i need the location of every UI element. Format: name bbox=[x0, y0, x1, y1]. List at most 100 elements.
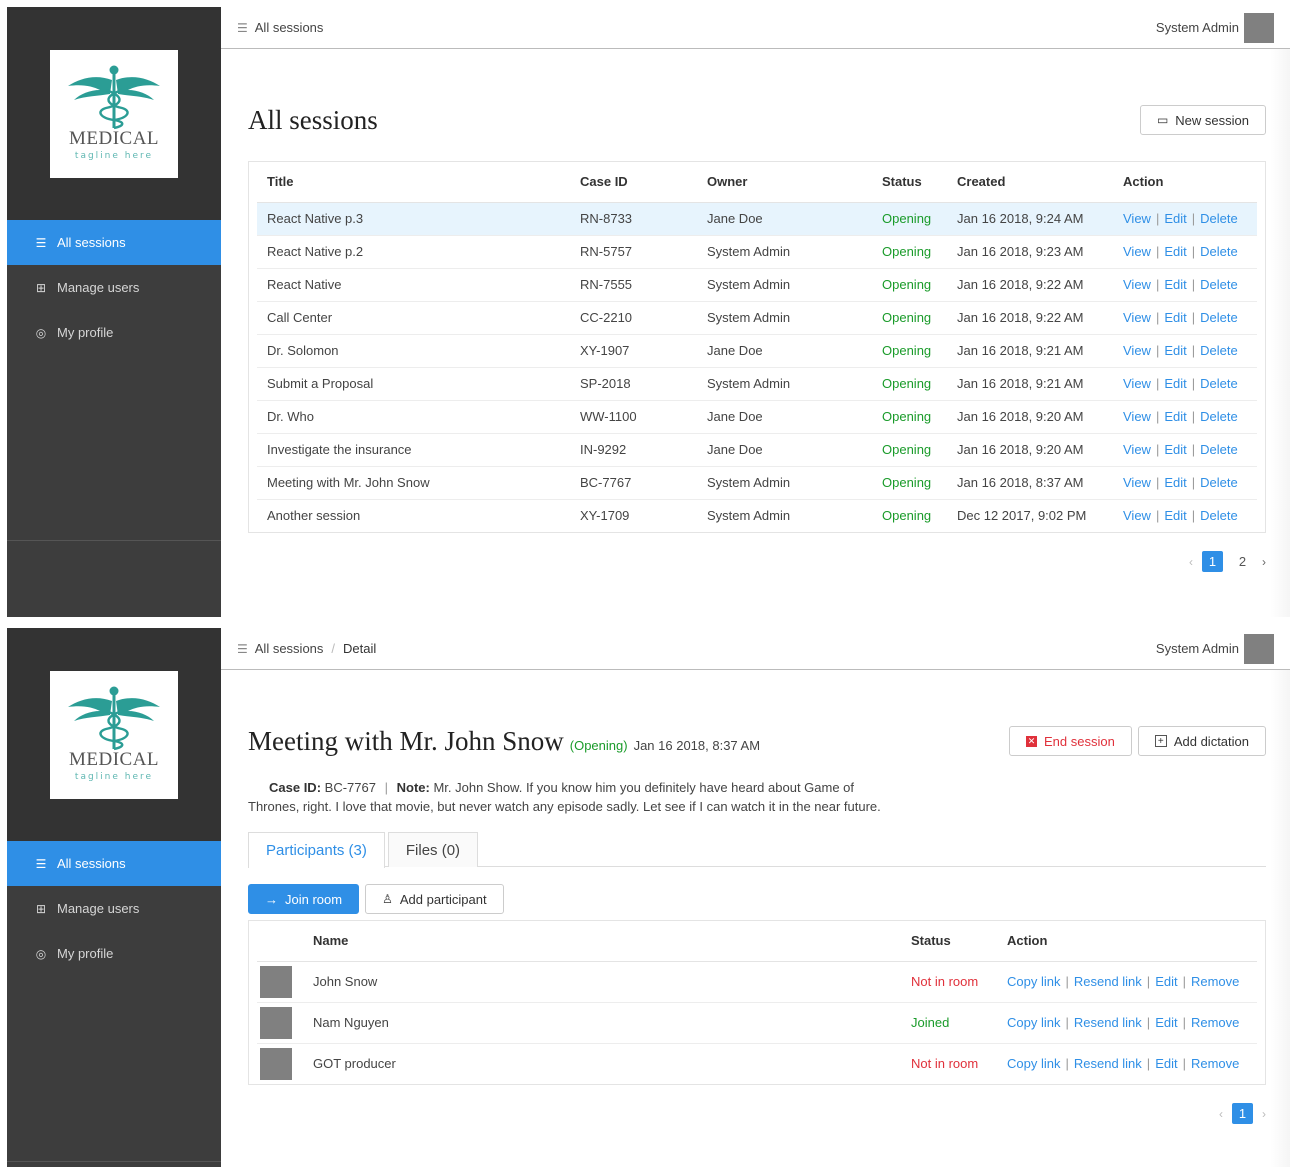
view-link[interactable]: View bbox=[1123, 343, 1151, 358]
cell-actions: View | Edit | Delete bbox=[1113, 334, 1257, 368]
new-session-button[interactable]: ▭ New session bbox=[1139, 105, 1266, 135]
copy-link[interactable]: Copy link bbox=[1007, 1015, 1060, 1030]
view-link[interactable]: View bbox=[1123, 277, 1151, 292]
delete-link[interactable]: Delete bbox=[1200, 244, 1238, 259]
remove-link[interactable]: Remove bbox=[1191, 974, 1239, 989]
cell-owner: Jane Doe bbox=[697, 433, 872, 467]
edit-link[interactable]: Edit bbox=[1164, 409, 1186, 424]
add-dictation-button[interactable]: + Add dictation bbox=[1137, 726, 1266, 756]
table-row[interactable]: GOT producer Not in room Copy link | Resen… bbox=[257, 1043, 1257, 1084]
edit-link[interactable]: Edit bbox=[1164, 376, 1186, 391]
delete-link[interactable]: Delete bbox=[1200, 310, 1238, 325]
sidebar-item-my-profile[interactable]: ◎ My profile bbox=[7, 310, 221, 355]
view-link[interactable]: View bbox=[1123, 211, 1151, 226]
copy-link[interactable]: Copy link bbox=[1007, 974, 1060, 989]
delete-link[interactable]: Delete bbox=[1200, 442, 1238, 457]
breadcrumb-item[interactable]: All sessions bbox=[255, 641, 324, 656]
edit-link[interactable]: Edit bbox=[1164, 277, 1186, 292]
edit-link[interactable]: Edit bbox=[1164, 442, 1186, 457]
cell-title: React Native p.2 bbox=[257, 235, 570, 269]
page-1-button[interactable]: 1 bbox=[1232, 1103, 1253, 1124]
tab-participants[interactable]: Participants (3) bbox=[248, 832, 385, 868]
breadcrumb-item[interactable]: All sessions bbox=[255, 20, 324, 35]
sidebar-item-manage-users[interactable]: ⊞ Manage users bbox=[7, 265, 221, 310]
edit-link[interactable]: Edit bbox=[1155, 1015, 1177, 1030]
resend-link[interactable]: Resend link bbox=[1074, 1015, 1142, 1030]
user-menu[interactable]: System Admin bbox=[1156, 12, 1274, 43]
sidebar-item-all-sessions[interactable]: ☰ All sessions bbox=[7, 220, 221, 265]
edit-link[interactable]: Edit bbox=[1155, 1056, 1177, 1071]
list-icon: ☰ bbox=[237, 641, 248, 656]
edit-link[interactable]: Edit bbox=[1164, 475, 1186, 490]
delete-link[interactable]: Delete bbox=[1200, 409, 1238, 424]
cell-status: Not in room bbox=[901, 961, 997, 1003]
delete-link[interactable]: Delete bbox=[1200, 277, 1238, 292]
delete-link[interactable]: Delete bbox=[1200, 475, 1238, 490]
edit-link[interactable]: Edit bbox=[1164, 310, 1186, 325]
prev-page-icon[interactable]: ‹ bbox=[1189, 555, 1193, 569]
view-link[interactable]: View bbox=[1123, 310, 1151, 325]
sessions-list-screen: MEDICAL tagline here ☰ All sessions ⊞ Ma… bbox=[7, 7, 1290, 617]
delete-link[interactable]: Delete bbox=[1200, 211, 1238, 226]
remove-link[interactable]: Remove bbox=[1191, 1015, 1239, 1030]
table-row[interactable]: Another session XY-1709 System Admin Ope… bbox=[257, 499, 1257, 532]
user-menu[interactable]: System Admin bbox=[1155, 633, 1274, 664]
table-row[interactable]: React Native p.3 RN-8733 Jane Doe Openin… bbox=[257, 202, 1257, 236]
resend-link[interactable]: Resend link bbox=[1074, 1056, 1142, 1071]
delete-link[interactable]: Delete bbox=[1200, 376, 1238, 391]
prev-page-icon[interactable]: ‹ bbox=[1219, 1107, 1223, 1121]
logo: MEDICAL tagline here bbox=[50, 670, 178, 799]
user-name: System Admin bbox=[1155, 641, 1239, 656]
remove-link[interactable]: Remove bbox=[1191, 1056, 1239, 1071]
view-link[interactable]: View bbox=[1123, 508, 1151, 523]
edit-link[interactable]: Edit bbox=[1164, 211, 1186, 226]
button-label: Join room bbox=[285, 891, 343, 907]
copy-link[interactable]: Copy link bbox=[1007, 1056, 1060, 1071]
cell-created: Jan 16 2018, 9:24 AM bbox=[947, 202, 1113, 236]
table-row[interactable]: Call Center CC-2210 System Admin Opening… bbox=[257, 301, 1257, 335]
sidebar-item-my-profile[interactable]: ◎ My profile bbox=[7, 931, 221, 976]
view-link[interactable]: View bbox=[1123, 376, 1151, 391]
table-row[interactable]: Meeting with Mr. John Snow BC-7767 Syste… bbox=[257, 466, 1257, 500]
sidebar-divider bbox=[7, 540, 221, 541]
table-row[interactable]: React Native RN-7555 System Admin Openin… bbox=[257, 268, 1257, 302]
delete-link[interactable]: Delete bbox=[1200, 343, 1238, 358]
view-link[interactable]: View bbox=[1123, 475, 1151, 490]
page-2-button[interactable]: 2 bbox=[1232, 551, 1253, 572]
cell-created: Jan 16 2018, 9:20 AM bbox=[947, 400, 1113, 434]
next-page-icon[interactable]: › bbox=[1262, 555, 1266, 569]
edit-link[interactable]: Edit bbox=[1164, 508, 1186, 523]
tab-files[interactable]: Files (0) bbox=[387, 832, 479, 867]
table-row[interactable]: John Snow Not in room Copy link | Resend l… bbox=[257, 961, 1257, 1003]
caduceus-icon bbox=[68, 686, 160, 750]
edit-link[interactable]: Edit bbox=[1164, 244, 1186, 259]
next-page-icon[interactable]: › bbox=[1262, 1107, 1266, 1121]
add-participant-button[interactable]: ♙ Add participant bbox=[365, 884, 504, 914]
table-row[interactable]: Dr. Solomon XY-1907 Jane Doe Opening Jan… bbox=[257, 334, 1257, 368]
cell-title: Investigate the insurance bbox=[257, 433, 570, 467]
page-1-button[interactable]: 1 bbox=[1202, 551, 1223, 572]
sidebar-item-manage-users[interactable]: ⊞ Manage users bbox=[7, 886, 221, 931]
delete-link[interactable]: Delete bbox=[1200, 508, 1238, 523]
table-row[interactable]: Investigate the insurance IN-9292 Jane D… bbox=[257, 433, 1257, 467]
sidebar-item-all-sessions[interactable]: ☰ All sessions bbox=[7, 841, 221, 886]
join-room-button[interactable]: → Join room bbox=[248, 884, 360, 914]
table-row[interactable]: Dr. Who WW-1100 Jane Doe Opening Jan 16 … bbox=[257, 400, 1257, 434]
end-session-button[interactable]: ✕ End session bbox=[1009, 726, 1132, 756]
table-row[interactable]: React Native p.2 RN-5757 System Admin Op… bbox=[257, 235, 1257, 269]
view-link[interactable]: View bbox=[1123, 409, 1151, 424]
sidebar: MEDICAL tagline here ☰ All sessions ⊞ Ma… bbox=[7, 628, 221, 1167]
plus-square-icon: + bbox=[1154, 735, 1167, 747]
edit-link[interactable]: Edit bbox=[1164, 343, 1186, 358]
cell-status: Opening bbox=[872, 400, 947, 434]
view-link[interactable]: View bbox=[1123, 244, 1151, 259]
view-link[interactable]: View bbox=[1123, 442, 1151, 457]
cell-owner: Jane Doe bbox=[697, 400, 872, 434]
table-row[interactable]: Nam Nguyen Joined Copy link | Resend link |… bbox=[257, 1002, 1257, 1044]
edit-link[interactable]: Edit bbox=[1155, 974, 1177, 989]
resend-link[interactable]: Resend link bbox=[1074, 974, 1142, 989]
cell-owner: System Admin bbox=[697, 466, 872, 500]
table-row[interactable]: Submit a Proposal SP-2018 System Admin O… bbox=[257, 367, 1257, 401]
column-header: Case ID bbox=[570, 162, 697, 203]
cell-avatar bbox=[257, 1002, 303, 1044]
